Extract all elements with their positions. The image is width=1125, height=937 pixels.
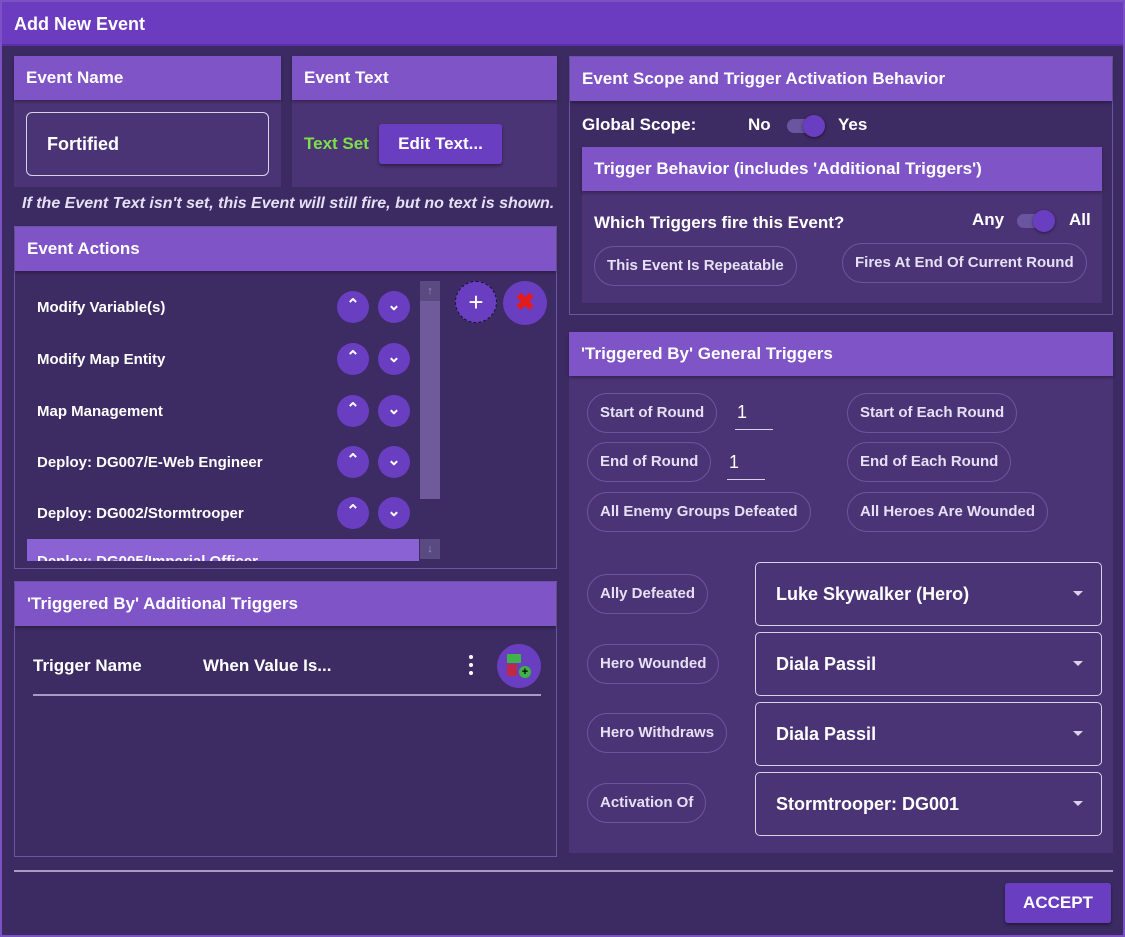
scope-yes-label: Yes [838, 115, 868, 134]
ally-defeated-select[interactable]: Luke Skywalker (Hero) [755, 562, 1102, 626]
chevron-down-icon [1073, 661, 1083, 666]
which-triggers-label: Which Triggers fire this Event? [594, 213, 845, 232]
event-name-header: Event Name [14, 56, 281, 100]
general-triggers-header: 'Triggered By' General Triggers [569, 332, 1113, 376]
ally-defeated-value: Luke Skywalker (Hero) [776, 584, 970, 604]
move-down-icon[interactable]: ⌄ [378, 446, 410, 478]
event-text-panel: Event Text Text Set Edit Text... [292, 56, 557, 187]
start-of-round-chip[interactable]: Start of Round [587, 393, 718, 433]
event-actions-panel: Event Actions Modify Variable(s) ⌃ ⌄ Mod… [14, 226, 557, 569]
end-of-round-input[interactable]: 1 [727, 452, 765, 480]
hero-withdraws-value: Diala Passil [776, 724, 877, 744]
ally-defeated-chip[interactable]: Ally Defeated [587, 574, 709, 614]
move-up-icon[interactable]: ⌃ [337, 291, 369, 323]
move-down-icon[interactable]: ⌄ [378, 395, 410, 427]
trigger-behavior-header: Trigger Behavior (includes 'Additional T… [582, 147, 1102, 191]
move-up-icon[interactable]: ⌃ [337, 497, 369, 529]
when-value-column: When Value Is... [203, 656, 332, 675]
all-heroes-wounded-chip[interactable]: All Heroes Are Wounded [847, 492, 1049, 532]
move-down-icon[interactable]: ⌄ [378, 291, 410, 323]
scrollbar[interactable]: ↑ ↓ [420, 281, 440, 563]
start-of-round-input[interactable]: 1 [735, 402, 773, 430]
chevron-down-icon [1073, 801, 1083, 806]
scroll-down-icon[interactable]: ↓ [420, 539, 440, 559]
add-trigger-icon[interactable]: + [497, 644, 541, 688]
event-text-hint: If the Event Text isn't set, this Event … [22, 195, 555, 212]
action-item[interactable]: Map Management [37, 403, 163, 420]
selected-action-row[interactable]: Deploy: DG005/Imperial Officer [27, 539, 419, 561]
edit-text-button[interactable]: Edit Text... [379, 124, 502, 164]
move-down-icon[interactable]: ⌄ [378, 497, 410, 529]
more-vertical-icon[interactable] [468, 655, 474, 677]
action-item[interactable]: Modify Map Entity [37, 351, 165, 368]
scroll-thumb[interactable] [420, 301, 440, 499]
plus-icon[interactable]: + [455, 281, 497, 323]
activation-of-chip[interactable]: Activation Of [587, 783, 707, 823]
hero-wounded-chip[interactable]: Hero Wounded [587, 644, 720, 684]
footer-divider [14, 870, 1113, 872]
event-name-panel: Event Name Fortified [14, 56, 281, 187]
activation-of-select[interactable]: Stormtrooper: DG001 [755, 772, 1102, 836]
event-name-input[interactable]: Fortified [26, 112, 269, 176]
accept-button[interactable]: ACCEPT [1005, 883, 1111, 923]
general-triggers-panel: 'Triggered By' General Triggers Start of… [569, 332, 1113, 853]
hero-wounded-select[interactable]: Diala Passil [755, 632, 1102, 696]
event-scope-panel: Event Scope and Trigger Activation Behav… [569, 56, 1113, 315]
event-actions-list[interactable]: Modify Variable(s) ⌃ ⌄ Modify Map Entity… [15, 271, 435, 561]
column-divider [33, 694, 541, 696]
hero-withdraws-chip[interactable]: Hero Withdraws [587, 713, 728, 753]
chevron-down-icon [1073, 591, 1083, 596]
scope-no-label: No [748, 115, 771, 134]
hero-wounded-value: Diala Passil [776, 654, 877, 674]
fires-end-of-round-chip[interactable]: Fires At End Of Current Round [842, 243, 1087, 283]
trigger-behavior-box: Trigger Behavior (includes 'Additional T… [582, 147, 1102, 303]
move-down-icon[interactable]: ⌄ [378, 343, 410, 375]
end-each-round-chip[interactable]: End of Each Round [847, 442, 1012, 482]
repeatable-chip[interactable]: This Event Is Repeatable [594, 246, 797, 286]
action-item[interactable]: Modify Variable(s) [37, 299, 165, 316]
move-up-icon[interactable]: ⌃ [337, 446, 369, 478]
additional-triggers-panel: 'Triggered By' Additional Triggers Trigg… [14, 581, 557, 857]
action-item[interactable]: Deploy: DG002/Stormtrooper [37, 505, 244, 522]
move-up-icon[interactable]: ⌃ [337, 395, 369, 427]
text-set-status: Text Set [304, 134, 369, 153]
move-up-icon[interactable]: ⌃ [337, 343, 369, 375]
hero-withdraws-select[interactable]: Diala Passil [755, 702, 1102, 766]
add-event-dialog: Add New Event Event Name Fortified Event… [0, 0, 1125, 937]
close-icon[interactable]: ✖ [503, 281, 547, 325]
event-scope-header: Event Scope and Trigger Activation Behav… [570, 57, 1112, 101]
any-all-toggle[interactable] [1017, 210, 1055, 232]
scroll-up-icon[interactable]: ↑ [420, 281, 440, 301]
action-item[interactable]: Deploy: DG005/Imperial Officer [37, 553, 258, 561]
end-of-round-chip[interactable]: End of Round [587, 442, 712, 482]
global-scope-toggle[interactable] [787, 115, 825, 137]
event-text-header: Event Text [292, 56, 557, 100]
any-label: Any [972, 210, 1005, 229]
start-each-round-chip[interactable]: Start of Each Round [847, 393, 1018, 433]
all-label: All [1069, 210, 1091, 229]
event-actions-header: Event Actions [15, 227, 556, 271]
activation-of-value: Stormtrooper: DG001 [776, 794, 960, 814]
all-enemy-defeated-chip[interactable]: All Enemy Groups Defeated [587, 492, 811, 532]
global-scope-label: Global Scope: [582, 115, 697, 134]
trigger-name-column: Trigger Name [33, 656, 142, 675]
action-item[interactable]: Deploy: DG007/E-Web Engineer [37, 454, 263, 471]
chevron-down-icon [1073, 731, 1083, 736]
window-title: Add New Event [2, 2, 1123, 46]
additional-triggers-header: 'Triggered By' Additional Triggers [15, 582, 556, 626]
